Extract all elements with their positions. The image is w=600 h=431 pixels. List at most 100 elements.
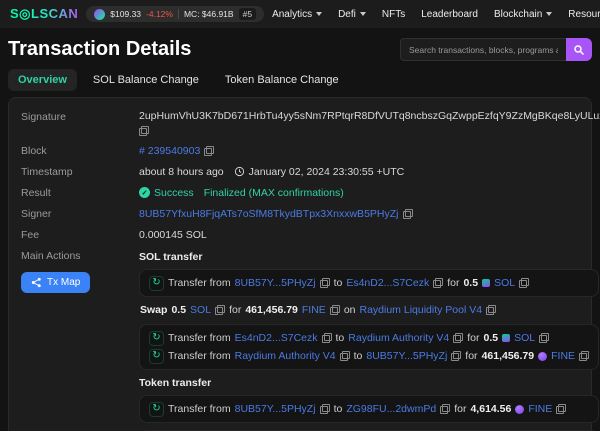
- signature-value: 2upHumVhU3K7bD671HrbTu4yy5sNm7RPtqrR8DfV…: [139, 110, 600, 122]
- transfer-row-4: Transfer from 8UB57Y...5PHyZj to ZG98FU.…: [149, 400, 589, 418]
- clock-icon: [234, 166, 245, 177]
- tab-token-balance-change[interactable]: Token Balance Change: [215, 69, 349, 91]
- signature-label: Signature: [21, 110, 139, 136]
- copy-icon[interactable]: [215, 305, 225, 315]
- sol-price: $109.33: [110, 9, 141, 19]
- timestamp-label: Timestamp: [21, 165, 139, 178]
- solana-coin-icon: [94, 9, 105, 20]
- copy-icon[interactable]: [556, 404, 566, 414]
- block-link[interactable]: # 239540903: [139, 145, 200, 157]
- tx-map-button[interactable]: Tx Map: [21, 272, 90, 293]
- copy-icon[interactable]: [320, 278, 330, 288]
- token-link[interactable]: FINE: [551, 347, 575, 365]
- signer-label: Signer: [21, 207, 139, 220]
- copy-icon[interactable]: [433, 278, 443, 288]
- transfer-cycle-icon: [149, 331, 164, 346]
- main-actions-row: Main Actions Tx Map SOL transfer Transfe…: [21, 245, 579, 431]
- fee-label: Fee: [21, 228, 139, 241]
- timestamp-absolute: January 02, 2024 23:30:55 +UTC: [249, 166, 405, 178]
- tab-overview[interactable]: Overview: [8, 69, 77, 91]
- main-actions-content: SOL transfer Transfer from 8UB57Y...5PHy…: [139, 249, 599, 431]
- fine-token-icon: [515, 405, 524, 414]
- token-link[interactable]: FINE: [528, 400, 552, 418]
- program-link[interactable]: Raydium Liquidity Pool V4: [360, 304, 483, 316]
- overview-panel: Signature 2upHumVhU3K7bD671HrbTu4yy5sNm7…: [8, 97, 592, 431]
- chevron-down-icon: [546, 12, 552, 16]
- tx-map-icon: [31, 277, 42, 288]
- token-link[interactable]: SOL: [514, 329, 535, 347]
- block-row: Block # 239540903: [21, 140, 579, 161]
- rank-badge: #5: [239, 8, 256, 20]
- search-icon: [573, 44, 585, 56]
- copy-icon[interactable]: [451, 351, 461, 361]
- sol-token-icon: [482, 279, 490, 287]
- to-address-link[interactable]: Es4nD2...S7Cezk: [346, 274, 429, 292]
- transfer-row-1: Transfer from 8UB57Y...5PHyZj to Es4nD2.…: [149, 274, 589, 292]
- copy-icon[interactable]: [539, 333, 549, 343]
- copy-icon[interactable]: [403, 209, 413, 219]
- token-transfer-box: Transfer from 8UB57Y...5PHyZj to ZG98FU.…: [139, 395, 599, 423]
- copy-icon[interactable]: [486, 305, 496, 315]
- chevron-down-icon: [360, 12, 366, 16]
- from-address-link[interactable]: Es4nD2...S7Cezk: [235, 329, 318, 347]
- from-address-link[interactable]: Raydium Authority V4: [235, 347, 336, 365]
- signature-row: Signature 2upHumVhU3K7bD671HrbTu4yy5sNm7…: [21, 106, 579, 140]
- main-nav: Analytics Defi NFTs Leaderboard Blockcha…: [272, 9, 600, 20]
- sol-transfer-box: Transfer from 8UB57Y...5PHyZj to Es4nD2.…: [139, 269, 599, 297]
- copy-icon[interactable]: [340, 351, 350, 361]
- nav-analytics[interactable]: Analytics: [272, 9, 322, 20]
- amount: 4,614.56: [470, 400, 511, 418]
- amount: 0.5: [171, 304, 186, 316]
- result-finality: Finalized (MAX confirmations): [204, 187, 344, 199]
- copy-icon[interactable]: [440, 404, 450, 414]
- to-address-link[interactable]: 8UB57Y...5PHyZj: [366, 347, 447, 365]
- result-status: Success: [154, 187, 194, 199]
- timestamp-row: Timestamp about 8 hours ago January 02, …: [21, 161, 579, 182]
- search-bar: [400, 38, 592, 61]
- transfer-row-2: Transfer from Es4nD2...S7Cezk to Raydium…: [149, 329, 589, 347]
- top-nav-bar: S◎LSCAN $109.33 -4.12% MC: $46.91B #5 An…: [0, 0, 600, 28]
- swap-transfers-box: Transfer from Es4nD2...S7Cezk to Raydium…: [139, 324, 599, 370]
- tab-sol-balance-change[interactable]: SOL Balance Change: [83, 69, 209, 91]
- page-header: Transaction Details: [0, 28, 600, 69]
- timestamp-relative: about 8 hours ago: [139, 166, 224, 178]
- from-address-link[interactable]: 8UB57Y...5PHyZj: [235, 274, 316, 292]
- to-address-link[interactable]: ZG98FU...2dwmPd: [346, 400, 436, 418]
- swap-summary: Swap 0.5 SOL for 461,456.79 FINE on Rayd…: [140, 304, 598, 316]
- copy-icon[interactable]: [204, 146, 214, 156]
- result-row: Result Success Finalized (MAX confirmati…: [21, 182, 579, 203]
- nav-defi[interactable]: Defi: [338, 9, 366, 20]
- amount: 0.5: [463, 274, 478, 292]
- fine-token-icon: [538, 352, 547, 361]
- nav-nfts[interactable]: NFTs: [382, 9, 405, 20]
- search-button[interactable]: [566, 38, 592, 61]
- tab-bar: Overview SOL Balance Change Token Balanc…: [0, 69, 600, 97]
- nav-leaderboard[interactable]: Leaderboard: [421, 9, 478, 20]
- copy-icon[interactable]: [579, 351, 589, 361]
- token-transfer-title: Token transfer: [139, 377, 599, 389]
- to-address-link[interactable]: Raydium Authority V4: [348, 329, 449, 347]
- transfer-cycle-icon: [149, 276, 164, 291]
- token-link[interactable]: SOL: [494, 274, 515, 292]
- copy-icon[interactable]: [322, 333, 332, 343]
- token-link[interactable]: SOL: [190, 304, 211, 316]
- copy-icon[interactable]: [453, 333, 463, 343]
- amount: 0.5: [484, 329, 499, 347]
- search-input[interactable]: [400, 38, 566, 61]
- transfer-cycle-icon: [149, 349, 164, 364]
- sol-transfer-title: SOL transfer: [139, 251, 599, 263]
- block-label: Block: [21, 144, 139, 157]
- copy-icon[interactable]: [519, 278, 529, 288]
- copy-icon[interactable]: [320, 404, 330, 414]
- nav-resources[interactable]: Resources: [568, 9, 600, 20]
- transfer-row-3: Transfer from Raydium Authority V4 to 8U…: [149, 347, 589, 365]
- from-address-link[interactable]: 8UB57Y...5PHyZj: [235, 400, 316, 418]
- sol-token-icon: [502, 334, 510, 342]
- copy-icon[interactable]: [330, 305, 340, 315]
- copy-icon[interactable]: [139, 126, 149, 136]
- transfer-cycle-icon: [149, 402, 164, 417]
- nav-blockchain[interactable]: Blockchain: [494, 9, 552, 20]
- solscan-logo[interactable]: S◎LSCAN: [10, 6, 78, 22]
- signer-link[interactable]: 8UB57YfxuH8FjqATs7oSfM8TkydBTpx3XnxxwB5P…: [139, 208, 399, 220]
- token-link[interactable]: FINE: [302, 304, 326, 316]
